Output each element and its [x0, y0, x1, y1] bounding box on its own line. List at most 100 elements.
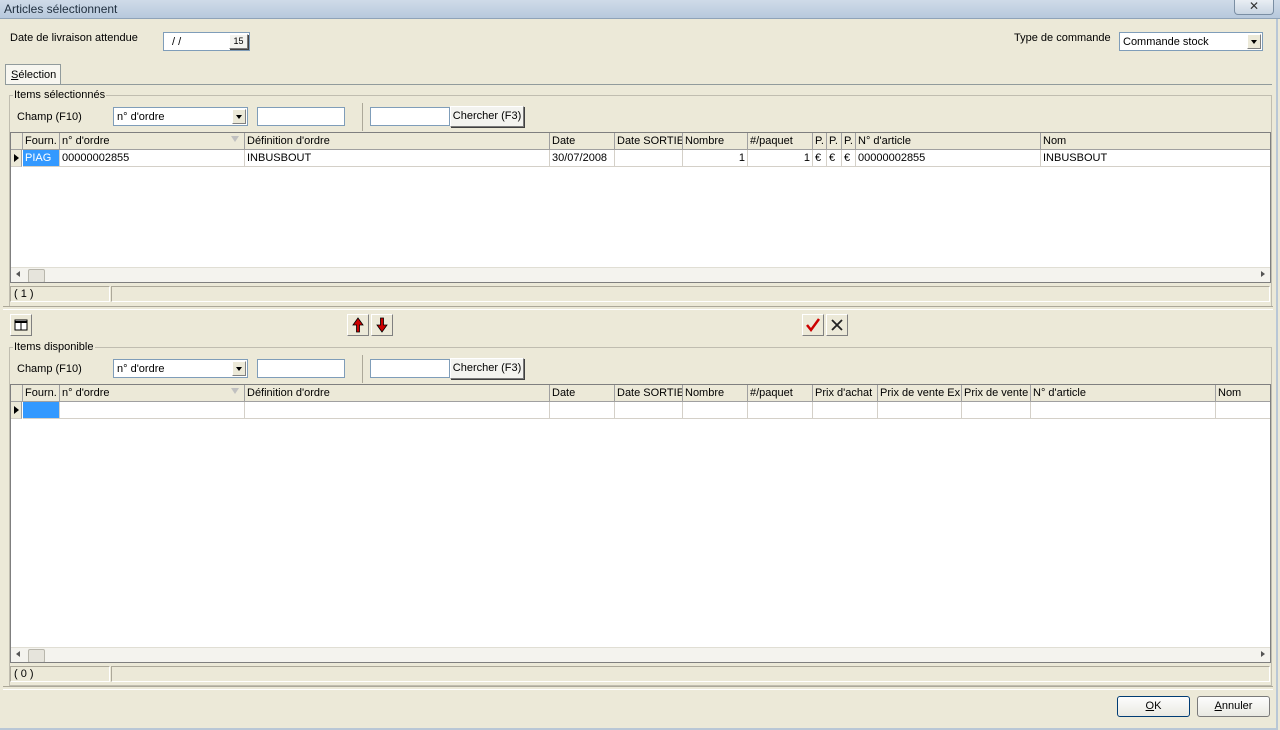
- selected-filter-input[interactable]: [257, 107, 345, 126]
- table-cell[interactable]: [748, 402, 813, 419]
- column-header[interactable]: P.: [827, 133, 842, 150]
- table-cell[interactable]: 1: [748, 150, 813, 167]
- column-header[interactable]: Définition d'ordre: [245, 385, 550, 402]
- table-cell[interactable]: [1031, 402, 1216, 419]
- column-header[interactable]: Définition d'ordre: [245, 133, 550, 150]
- confirm-button[interactable]: [802, 314, 824, 336]
- selected-search-button[interactable]: Chercher (F3): [450, 106, 524, 127]
- available-items-grid[interactable]: Fourn. n° d'ordre Définition d'ordre Dat…: [10, 384, 1271, 663]
- dialog-body: Date de livraison attendue / / 15 Type d…: [0, 19, 1278, 730]
- horizontal-scrollbar[interactable]: [11, 267, 1270, 282]
- table-cell[interactable]: €: [842, 150, 856, 167]
- column-header[interactable]: Prix de vente: [962, 385, 1031, 402]
- table-cell[interactable]: [878, 402, 962, 419]
- column-header[interactable]: #/paquet: [748, 133, 813, 150]
- column-header[interactable]: P.: [813, 133, 827, 150]
- column-header[interactable]: N° d'article: [1031, 385, 1216, 402]
- chevron-down-icon[interactable]: [1247, 34, 1261, 49]
- table-cell[interactable]: 30/07/2008: [550, 150, 615, 167]
- table-cell[interactable]: [1216, 402, 1270, 419]
- row-indicator[interactable]: [11, 150, 22, 167]
- header-corner: [11, 385, 23, 402]
- clear-button[interactable]: [826, 314, 848, 336]
- available-field-value: n° d'ordre: [117, 363, 165, 375]
- table-cell[interactable]: [550, 402, 615, 419]
- column-header[interactable]: Prix d'achat: [813, 385, 878, 402]
- available-search-input[interactable]: [370, 359, 450, 378]
- close-button[interactable]: ✕: [1234, 0, 1274, 15]
- column-header[interactable]: n° d'ordre: [60, 133, 245, 150]
- table-cell[interactable]: [683, 402, 748, 419]
- available-status-panel: [111, 666, 1270, 682]
- table-cell[interactable]: [615, 150, 683, 167]
- column-header[interactable]: Fourn.: [23, 385, 60, 402]
- scroll-right-icon[interactable]: [1261, 651, 1265, 657]
- column-header[interactable]: Nom: [1216, 385, 1270, 402]
- selected-field-select[interactable]: n° d'ordre: [113, 107, 248, 126]
- column-header[interactable]: Date: [550, 133, 615, 150]
- scroll-right-icon[interactable]: [1261, 271, 1265, 277]
- tab-divider: [5, 84, 1272, 85]
- table-cell[interactable]: [615, 402, 683, 419]
- column-header[interactable]: #/paquet: [748, 385, 813, 402]
- column-header[interactable]: Fourn.: [23, 133, 60, 150]
- table-cell[interactable]: €: [813, 150, 827, 167]
- cancel-label: Annuler: [1214, 700, 1253, 712]
- calendar-button[interactable]: 15: [229, 34, 248, 49]
- available-filter-input[interactable]: [257, 359, 345, 378]
- table-cell[interactable]: PIAG: [23, 150, 60, 167]
- tab-selection-label: Sélection: [11, 69, 57, 81]
- columns-button[interactable]: [10, 314, 32, 336]
- column-header[interactable]: Date: [550, 385, 615, 402]
- table-cell[interactable]: 1: [683, 150, 748, 167]
- window-title: Articles sélectionnent: [4, 2, 118, 16]
- chevron-down-icon[interactable]: [232, 361, 246, 376]
- available-search-button[interactable]: Chercher (F3): [450, 358, 524, 379]
- panel-divider: [3, 306, 1273, 310]
- move-down-button[interactable]: [371, 314, 393, 336]
- column-header[interactable]: P.: [842, 133, 856, 150]
- table-cell[interactable]: 00000002855: [856, 150, 1041, 167]
- available-count: ( 0 ): [10, 666, 110, 682]
- available-field-select[interactable]: n° d'ordre: [113, 359, 248, 378]
- order-type-select[interactable]: Commande stock: [1119, 32, 1263, 51]
- column-header[interactable]: Prix de vente Ex: [878, 385, 962, 402]
- available-items-title: Items disponible: [13, 341, 95, 353]
- chevron-down-icon[interactable]: [232, 109, 246, 124]
- order-type-value: Commande stock: [1123, 36, 1209, 48]
- column-header[interactable]: Nombre: [683, 385, 748, 402]
- delivery-date-value: / /: [172, 36, 182, 48]
- table-cell[interactable]: [60, 402, 245, 419]
- column-header[interactable]: Nombre: [683, 133, 748, 150]
- horizontal-scrollbar[interactable]: [11, 647, 1270, 662]
- table-cell[interactable]: INBUSBOUT: [245, 150, 550, 167]
- table-cell[interactable]: €: [827, 150, 842, 167]
- scroll-thumb[interactable]: [28, 649, 45, 662]
- columns-icon: [14, 319, 28, 331]
- scroll-left-icon[interactable]: [16, 271, 20, 277]
- table-cell[interactable]: 00000002855: [60, 150, 245, 167]
- delivery-date-field[interactable]: / / 15: [163, 32, 250, 51]
- column-header[interactable]: Date SORTIE: [615, 385, 683, 402]
- table-cell[interactable]: [245, 402, 550, 419]
- ok-button[interactable]: OK: [1117, 696, 1190, 717]
- up-arrow-icon: [352, 317, 364, 333]
- tab-selection[interactable]: Sélection: [5, 64, 61, 85]
- table-cell[interactable]: INBUSBOUT: [1041, 150, 1270, 167]
- cancel-button[interactable]: Annuler: [1197, 696, 1270, 717]
- table-cell[interactable]: [23, 402, 60, 419]
- column-header[interactable]: Nom: [1041, 133, 1270, 150]
- column-header[interactable]: Date SORTIE: [615, 133, 683, 150]
- table-cell[interactable]: [962, 402, 1031, 419]
- column-header[interactable]: N° d'article: [856, 133, 1041, 150]
- scroll-left-icon[interactable]: [16, 651, 20, 657]
- move-up-button[interactable]: [347, 314, 369, 336]
- column-header[interactable]: n° d'ordre: [60, 385, 245, 402]
- selected-field-label: Champ (F10): [17, 111, 82, 123]
- row-indicator[interactable]: [11, 402, 22, 419]
- table-cell[interactable]: [813, 402, 878, 419]
- scroll-thumb[interactable]: [28, 269, 45, 282]
- selected-search-input[interactable]: [370, 107, 450, 126]
- selected-items-grid[interactable]: Fourn. n° d'ordre Définition d'ordre Dat…: [10, 132, 1271, 283]
- down-arrow-icon: [376, 317, 388, 333]
